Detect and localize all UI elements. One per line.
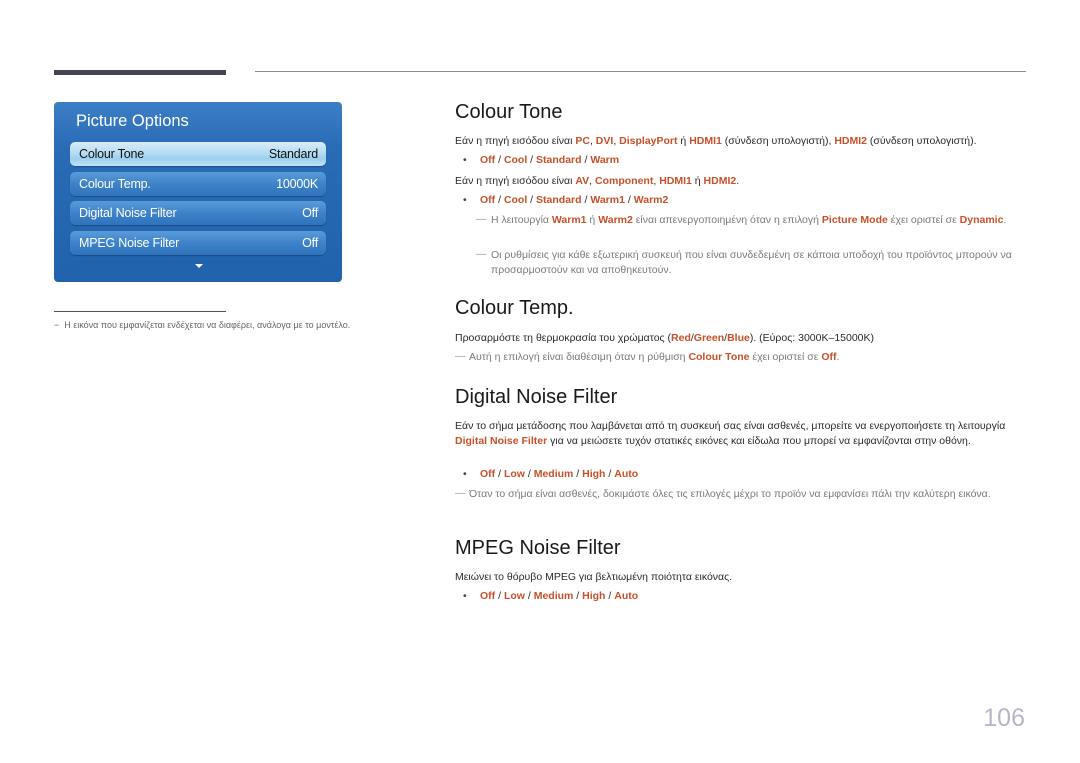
footnote-rule <box>54 311 226 312</box>
header-rule <box>255 71 1026 72</box>
menu-item-value: Off <box>302 236 318 250</box>
colour-tone-paragraph-1: Εάν η πηγή εισόδου είναι PC, DVI, Displa… <box>455 135 977 147</box>
colour-tone-options-2: • Off / Cool / Standard / Warm1 / Warm2 <box>463 194 669 206</box>
bullet-icon: • <box>463 194 467 206</box>
dnf-paragraph: Εάν το σήμα μετάδοσης που λαμβάνεται από… <box>455 420 1006 447</box>
colour-tone-paragraph-2: Εάν η πηγή εισόδου είναι AV, Component, … <box>455 175 740 187</box>
dnf-note: — Όταν το σήμα είναι ασθενές, δοκιμάστε … <box>455 487 991 500</box>
menu-item-value: 10000K <box>276 177 318 191</box>
bullet-icon: • <box>463 154 467 166</box>
note-dash-icon: — <box>455 350 466 362</box>
menu-item-label: Digital Noise Filter <box>79 206 177 220</box>
colour-temp-paragraph: Προσαρμόστε τη θερμοκρασία του χρώματος … <box>455 332 875 344</box>
bullet-icon: • <box>463 468 467 480</box>
footnote: − Η εικόνα που εμφανίζεται ενδέχεται να … <box>54 320 351 330</box>
colour-tone-note-2: — Οι ρυθμίσεις για κάθε εξωτερική συσκευ… <box>476 248 1012 276</box>
menu-item-value: Off <box>302 206 318 220</box>
section-heading-colour-temp: Colour Temp. <box>455 297 574 319</box>
menu-title: Picture Options <box>76 112 189 130</box>
menu-item-colour-temp[interactable]: Colour Temp. 10000K <box>70 172 326 196</box>
picture-options-menu: Picture Options Colour Tone Standard Col… <box>54 102 342 282</box>
colour-tone-options-1: • Off / Cool / Standard / Warm <box>463 154 620 166</box>
colour-temp-note: — Αυτή η επιλογή είναι διαθέσιμη όταν η … <box>455 350 840 363</box>
menu-item-value: Standard <box>268 147 318 161</box>
header-bar-thick <box>54 70 226 75</box>
page-number: 106 <box>983 704 1025 732</box>
section-heading-mpeg-noise-filter: MPEG Noise Filter <box>455 537 621 559</box>
note-dash-icon: — <box>476 213 487 225</box>
menu-item-digital-noise-filter[interactable]: Digital Noise Filter Off <box>70 201 326 225</box>
note-dash-icon: — <box>476 248 487 260</box>
menu-item-label: MPEG Noise Filter <box>79 236 180 250</box>
menu-item-label: Colour Tone <box>79 147 144 161</box>
mpeg-paragraph: Μειώνει το θόρυβο MPEG για βελτιωμένη πο… <box>455 571 733 583</box>
colour-tone-note-1: — Η λειτουργία Warm1 ή Warm2 είναι απενε… <box>476 213 1007 226</box>
dash-icon: − <box>54 320 65 330</box>
menu-item-label: Colour Temp. <box>79 177 151 191</box>
menu-item-colour-tone[interactable]: Colour Tone Standard <box>70 142 326 166</box>
dnf-options: • Off / Low / Medium / High / Auto <box>463 468 639 480</box>
menu-item-mpeg-noise-filter[interactable]: MPEG Noise Filter Off <box>70 231 326 255</box>
section-heading-digital-noise-filter: Digital Noise Filter <box>455 386 618 408</box>
scroll-down-arrow-icon[interactable] <box>195 264 203 268</box>
mpeg-options: • Off / Low / Medium / High / Auto <box>463 590 639 602</box>
section-heading-colour-tone: Colour Tone <box>455 101 563 123</box>
note-dash-icon: — <box>455 487 466 499</box>
bullet-icon: • <box>463 590 467 602</box>
